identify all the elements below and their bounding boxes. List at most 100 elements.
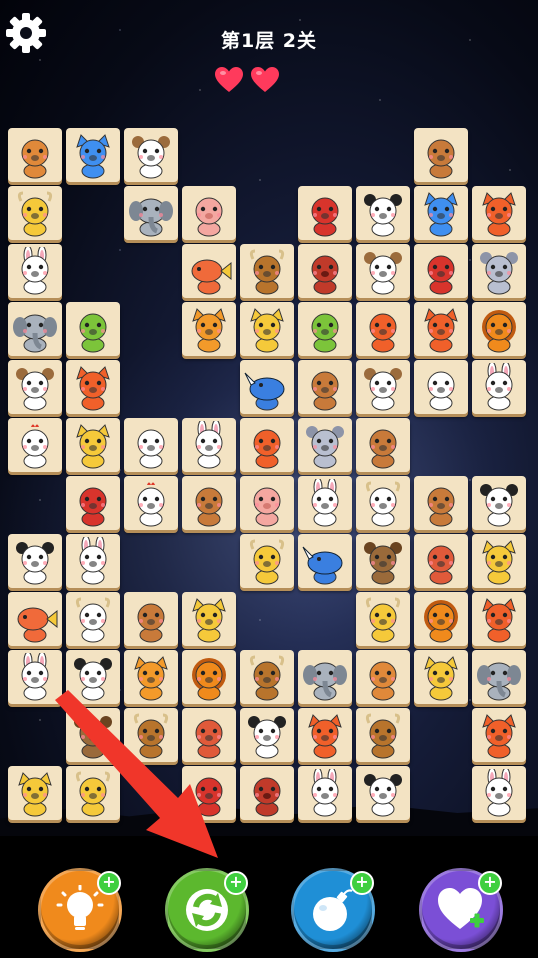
tile-rabbit[interactable] (8, 650, 62, 704)
tile-rabbit[interactable] (66, 534, 120, 588)
tile-elephant[interactable] (8, 302, 62, 356)
tile-elephant[interactable] (472, 650, 526, 704)
fox-icon (69, 363, 117, 411)
tile-lion[interactable] (182, 650, 236, 704)
tile-horse[interactable] (182, 476, 236, 530)
tile-cat[interactable] (66, 128, 120, 182)
tile-monkey[interactable] (8, 360, 62, 414)
tile-horse[interactable] (298, 360, 352, 414)
tile-elephant[interactable] (124, 186, 178, 240)
tile-monkey[interactable] (124, 128, 178, 182)
tile-raccoon[interactable] (356, 650, 410, 704)
tile-panda[interactable] (356, 186, 410, 240)
bear-icon (359, 537, 407, 585)
tile-horse[interactable] (124, 592, 178, 646)
tile-fox[interactable] (472, 708, 526, 762)
tile-giraffe[interactable] (8, 186, 62, 240)
tile-horse[interactable] (356, 418, 410, 472)
tile-pig[interactable] (182, 186, 236, 240)
squirrel-icon (243, 421, 291, 469)
tile-leopard[interactable] (472, 534, 526, 588)
tile-squirrel[interactable] (356, 302, 410, 356)
monkey-icon (11, 363, 59, 411)
tile-panda[interactable] (472, 476, 526, 530)
tile-ox[interactable] (124, 708, 178, 762)
tile-mouse[interactable] (472, 244, 526, 298)
tile-leopard[interactable] (8, 766, 62, 820)
tile-cow[interactable] (66, 592, 120, 646)
tile-gorilla[interactable] (182, 766, 236, 820)
tile-tiger[interactable] (182, 302, 236, 356)
tile-cow[interactable] (356, 476, 410, 530)
tile-tiger[interactable] (124, 650, 178, 704)
tile-ox[interactable] (356, 708, 410, 762)
tile-boar[interactable] (240, 766, 294, 820)
add-life-button[interactable]: + (419, 868, 503, 952)
tile-bear[interactable] (66, 708, 120, 762)
tile-fox[interactable] (414, 302, 468, 356)
tile-panda[interactable] (8, 534, 62, 588)
tile-raccoon[interactable] (8, 128, 62, 182)
tile-chicken[interactable] (124, 476, 178, 530)
tile-chicken[interactable] (8, 418, 62, 472)
tile-horse[interactable] (414, 128, 468, 182)
tile-rabbit[interactable] (298, 476, 352, 530)
tile-ox[interactable] (240, 650, 294, 704)
tile-elephant[interactable] (298, 650, 352, 704)
tile-parrot[interactable] (66, 302, 120, 356)
tile-rabbit[interactable] (182, 418, 236, 472)
tile-boar[interactable] (298, 244, 352, 298)
tile-giraffe[interactable] (66, 766, 120, 820)
tile-sheep[interactable] (414, 360, 468, 414)
fox-icon (475, 711, 523, 759)
ox-icon (243, 653, 291, 701)
tile-monkey[interactable] (356, 360, 410, 414)
rhino-icon (243, 363, 291, 411)
tiger-icon (127, 653, 175, 701)
tile-leopard[interactable] (66, 418, 120, 472)
shuffle-button[interactable]: + (165, 868, 249, 952)
tile-ox[interactable] (240, 244, 294, 298)
tile-hedgehog[interactable] (182, 708, 236, 762)
tile-hedgehog[interactable] (414, 534, 468, 588)
tile-gorilla[interactable] (298, 186, 352, 240)
tile-rabbit[interactable] (8, 244, 62, 298)
tile-fox[interactable] (472, 592, 526, 646)
tile-panda[interactable] (356, 766, 410, 820)
tile-bear[interactable] (356, 534, 410, 588)
tile-rabbit[interactable] (472, 360, 526, 414)
tile-lion[interactable] (472, 302, 526, 356)
monkey-icon (359, 247, 407, 295)
tile-rhino[interactable] (298, 534, 352, 588)
tile-giraffe[interactable] (240, 534, 294, 588)
tile-squirrel[interactable] (240, 418, 294, 472)
tile-pig[interactable] (240, 476, 294, 530)
hedgehog-icon (185, 711, 233, 759)
tile-leopard[interactable] (240, 302, 294, 356)
tile-fish[interactable] (182, 244, 236, 298)
tile-lion[interactable] (414, 592, 468, 646)
tile-mouse[interactable] (298, 418, 352, 472)
tile-horse[interactable] (414, 476, 468, 530)
tile-fox[interactable] (472, 186, 526, 240)
tile-giraffe[interactable] (356, 592, 410, 646)
bomb-button[interactable]: + (291, 868, 375, 952)
tile-panda[interactable] (66, 650, 120, 704)
tile-fox[interactable] (298, 708, 352, 762)
tile-fish[interactable] (8, 592, 62, 646)
tile-cat[interactable] (414, 186, 468, 240)
game-board (0, 0, 538, 958)
tile-parrot[interactable] (298, 302, 352, 356)
tile-leopard[interactable] (182, 592, 236, 646)
tile-rabbit[interactable] (298, 766, 352, 820)
tile-sheep[interactable] (124, 418, 178, 472)
tile-gorilla[interactable] (414, 244, 468, 298)
hint-button[interactable]: + (38, 868, 122, 952)
tile-leopard[interactable] (414, 650, 468, 704)
tile-rabbit[interactable] (472, 766, 526, 820)
tile-rhino[interactable] (240, 360, 294, 414)
tile-fox[interactable] (66, 360, 120, 414)
tile-monkey[interactable] (356, 244, 410, 298)
tile-panda[interactable] (240, 708, 294, 762)
tile-gorilla[interactable] (66, 476, 120, 530)
